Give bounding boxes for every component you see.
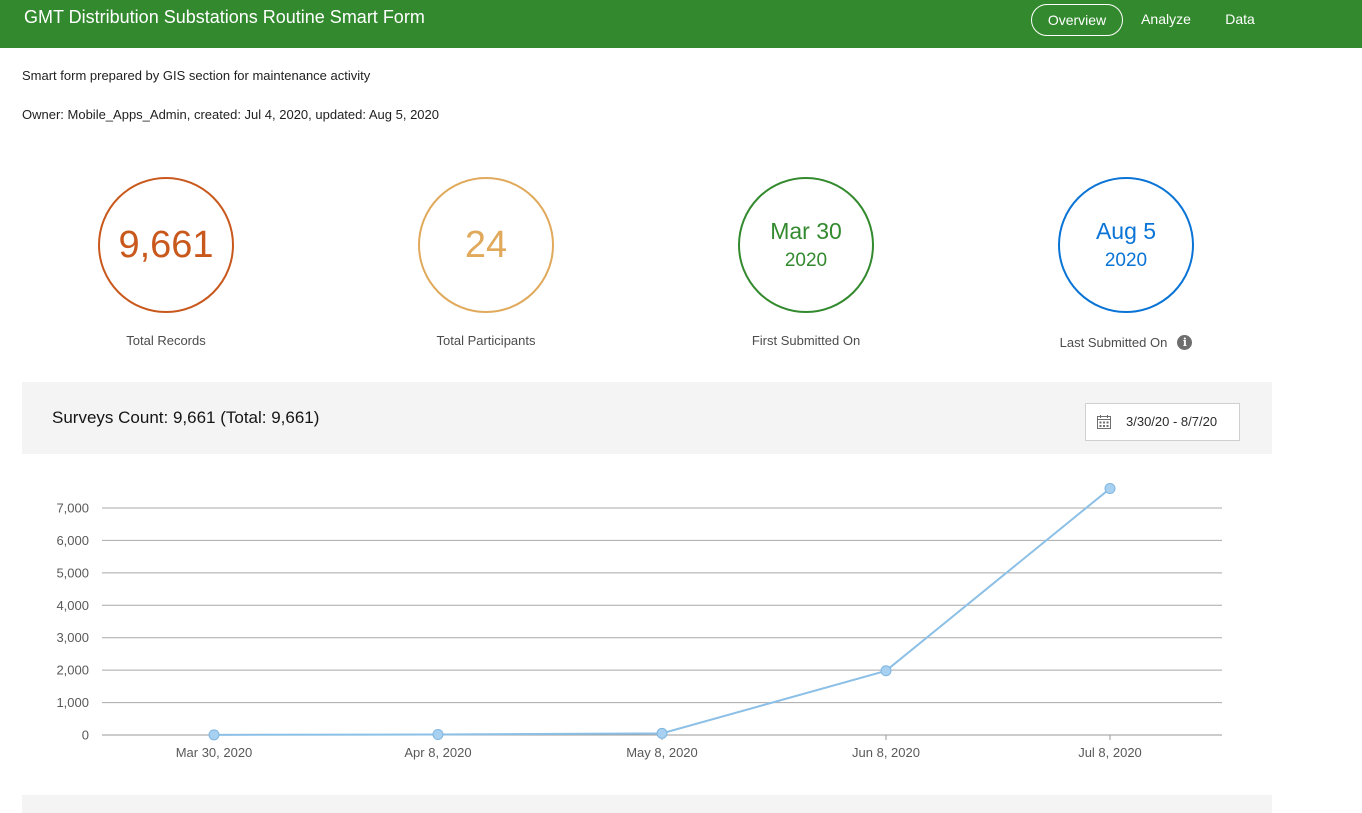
tab-data[interactable]: Data: [1214, 4, 1266, 34]
total-records-label: Total Records: [126, 333, 206, 348]
x-tick-label: Jun 8, 2020: [852, 745, 920, 760]
y-tick-label: 2,000: [56, 663, 89, 678]
tab-overview[interactable]: Overview: [1031, 4, 1123, 36]
series-line: [213, 487, 1111, 736]
data-point: [656, 727, 668, 739]
x-tick-label: Apr 8, 2020: [404, 745, 471, 760]
date-range-picker[interactable]: 3/30/20 - 8/7/20: [1085, 403, 1240, 441]
last-submitted-date: Aug 5: [1095, 217, 1157, 244]
last-submitted-label-row: Last Submitted On i: [1016, 335, 1236, 350]
y-tick-label: 0: [82, 728, 89, 743]
y-tick-label: 4,000: [56, 598, 89, 613]
first-submitted-year: 2020: [784, 249, 828, 271]
app-title: GMT Distribution Substations Routine Sma…: [24, 7, 425, 27]
y-tick-label: 7,000: [56, 501, 89, 516]
last-submitted-label: Last Submitted On: [1059, 335, 1168, 350]
info-icon[interactable]: i: [1177, 335, 1193, 350]
x-tick-label: Mar 30, 2020: [176, 745, 253, 760]
y-tick-label: 6,000: [56, 533, 89, 548]
surveys-count-title: Surveys Count: 9,661 (Total: 9,661): [52, 408, 320, 427]
data-point: [432, 729, 444, 741]
last-submitted-circle: Aug 5 2020: [1058, 177, 1194, 313]
total-records-value: 9,661: [118, 224, 214, 266]
calendar-icon: [1097, 415, 1111, 429]
total-participants-label: Total Participants: [436, 333, 536, 348]
y-tick-label: 5,000: [56, 565, 89, 580]
data-point: [208, 729, 220, 741]
y-tick-label: 1,000: [56, 695, 89, 710]
first-submitted-date: Mar 30: [770, 217, 842, 244]
last-submitted-year: 2020: [1104, 249, 1148, 271]
total-participants-value: 24: [464, 224, 508, 266]
data-point: [1104, 483, 1116, 495]
data-point: [880, 665, 892, 677]
surveys-line-chart: 0 1,000 2,000 3,000 4,000 5,000 6,000 7,000 Mar …: [56, 483, 1222, 760]
owner-info: Owner: Mobile_Apps_Admin, created: Jul 4…: [22, 107, 439, 122]
x-tick-label: Jul 8, 2020: [1078, 745, 1142, 760]
surveys-count-header: Surveys Count: 9,661 (Total: 9,661) 3/30…: [22, 382, 1272, 454]
first-submitted-label: First Submitted On: [751, 333, 861, 348]
next-section-strip: [22, 795, 1272, 813]
date-range-text: 3/30/20 - 8/7/20: [1126, 414, 1218, 429]
total-records-circle: 9,661: [98, 177, 234, 313]
x-tick-label: May 8, 2020: [626, 745, 698, 760]
tab-analyze[interactable]: Analyze: [1136, 4, 1196, 34]
y-tick-label: 3,000: [56, 630, 89, 645]
total-participants-circle: 24: [418, 177, 554, 313]
top-bar: GMT Distribution Substations Routine Sma…: [0, 0, 1362, 48]
first-submitted-circle: Mar 30 2020: [738, 177, 874, 313]
form-description: Smart form prepared by GIS section for m…: [22, 68, 371, 83]
